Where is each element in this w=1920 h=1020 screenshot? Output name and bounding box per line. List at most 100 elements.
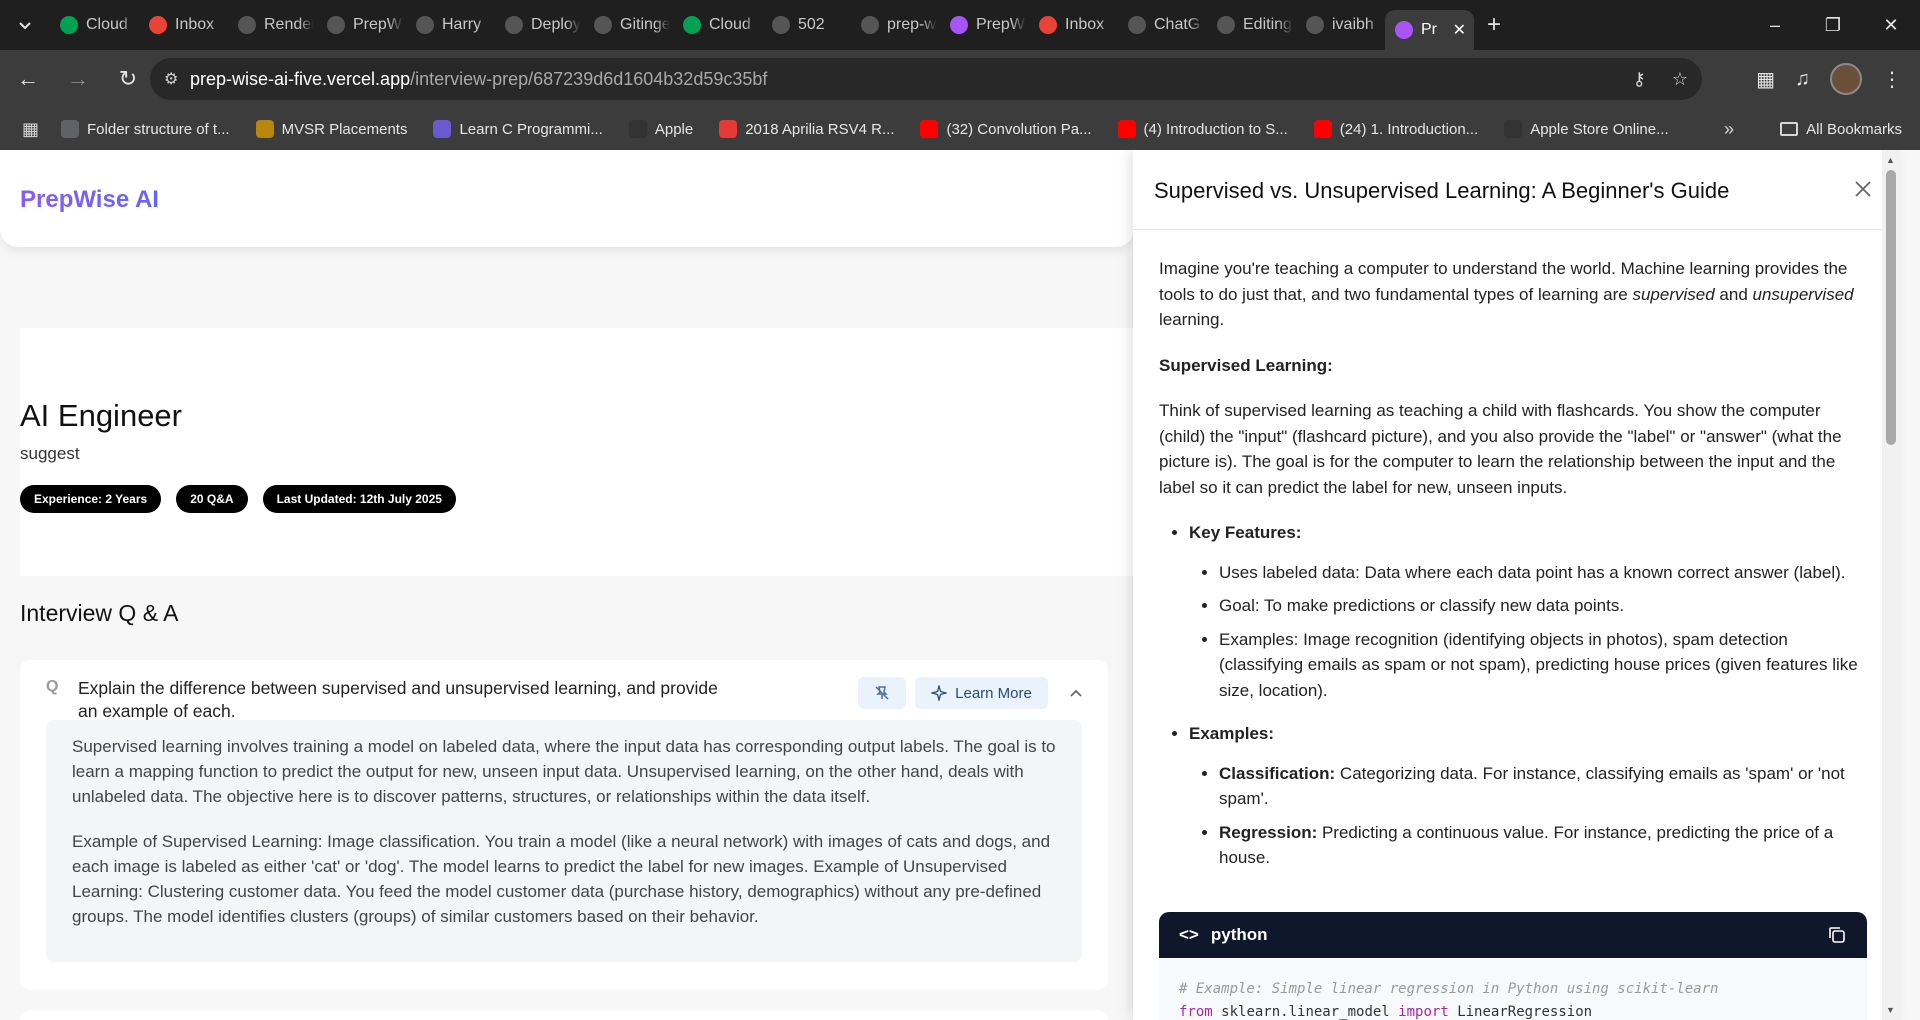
window-controls: – ❐ ✕: [1746, 0, 1920, 50]
reload-icon[interactable]: ↻: [106, 57, 150, 101]
bookmark-item[interactable]: (32) Convolution Pa...: [920, 120, 1092, 138]
scroll-up-icon[interactable]: ▲: [1886, 155, 1895, 165]
browser-tab[interactable]: Cloud: [673, 8, 762, 42]
bookmark-label: MVSR Placements: [281, 120, 408, 138]
media-control-icon[interactable]: ♫: [1795, 68, 1810, 91]
close-icon[interactable]: [1852, 178, 1876, 202]
qa-item[interactable]: [20, 1010, 1108, 1020]
new-tab-button[interactable]: +: [1474, 11, 1514, 39]
browser-tab[interactable]: ChatG: [1118, 8, 1207, 42]
back-arrow-icon[interactable]: ←: [6, 57, 50, 101]
restore-icon[interactable]: ❐: [1804, 0, 1862, 50]
learn-more-label: Learn More: [955, 684, 1032, 702]
drawer-scrollbar[interactable]: ▲ ▼: [1882, 150, 1900, 1020]
bookmark-star-icon[interactable]: ☆: [1672, 69, 1688, 90]
gmail-icon: [1039, 16, 1057, 34]
browser-menu-icon[interactable]: ⋮: [1882, 67, 1902, 92]
question-text[interactable]: Explain the difference between supervise…: [78, 677, 718, 723]
browser-tab[interactable]: Cloud: [50, 8, 139, 42]
bookmark-label: (24) 1. Introduction...: [1339, 120, 1479, 138]
minimize-icon[interactable]: –: [1746, 0, 1804, 50]
browser-tab[interactable]: Editing: [1207, 8, 1296, 42]
tab-search-chevron-icon[interactable]: [0, 0, 50, 50]
browser-tab[interactable]: 502: [762, 8, 851, 42]
browser-tab[interactable]: Inbox: [1029, 8, 1118, 42]
apps-grid-icon[interactable]: ▦: [22, 119, 39, 140]
address-bar[interactable]: ⚙ prep-wise-ai-five.vercel.app/interview…: [150, 58, 1702, 100]
list-item: Classification: Categorizing data. For i…: [1219, 761, 1867, 812]
bookmark-item[interactable]: Folder structure of t...: [61, 120, 230, 138]
last-updated-pill: Last Updated: 12th July 2025: [262, 485, 456, 513]
bookmark-item[interactable]: Apple: [628, 120, 693, 138]
list-item: Regression: Predicting a continuous valu…: [1219, 820, 1867, 871]
vite-icon: [950, 16, 968, 34]
list-item: Examples: Classification: Categorizing d…: [1189, 721, 1867, 871]
bookmark-label: Folder structure of t...: [87, 120, 230, 138]
browser-tab[interactable]: prep-w: [851, 8, 940, 42]
forward-arrow-icon[interactable]: →: [56, 57, 100, 101]
close-window-icon[interactable]: ✕: [1862, 0, 1920, 50]
code-icon: <>: [1179, 925, 1199, 944]
browser-toolbar: ← → ↻ ⚙ prep-wise-ai-five.vercel.app/int…: [0, 50, 1920, 108]
password-key-icon[interactable]: ⚷: [1633, 69, 1646, 90]
collapse-button[interactable]: [1060, 677, 1092, 709]
role-summary-card: AI Engineer suggest Experience: 2 Years …: [20, 328, 1134, 576]
apple-icon: [1504, 120, 1523, 138]
unpin-button[interactable]: [858, 677, 906, 709]
pin-off-icon: [875, 686, 889, 700]
openai-icon: [1128, 16, 1146, 34]
site-info-icon[interactable]: ⚙: [164, 69, 190, 89]
bookmark-item[interactable]: MVSR Placements: [255, 120, 408, 138]
tab-label: Gitingest: [620, 16, 670, 33]
all-bookmarks-button[interactable]: All Bookmarks: [1780, 121, 1902, 138]
bookmark-item[interactable]: Apple Store Online...: [1504, 120, 1669, 138]
bookmark-item[interactable]: (24) 1. Introduction...: [1313, 120, 1479, 138]
browser-tab[interactable]: Inbox: [139, 8, 228, 42]
browser-tab[interactable]: PrepW: [940, 8, 1029, 42]
bookmark-item[interactable]: (4) Introduction to S...: [1117, 120, 1288, 138]
bookmark-item[interactable]: 2018 Aprilia RSV4 R...: [719, 120, 894, 138]
tab-label: Cloud: [709, 16, 751, 33]
tab-label: Inbox: [175, 16, 215, 33]
brand-logo[interactable]: PrepWise AI: [20, 186, 159, 214]
feature-list: Key Features: Uses labeled data: Data wh…: [1159, 520, 1867, 871]
code-header: <> python: [1159, 912, 1867, 958]
browser-tab[interactable]: Deploy: [495, 8, 584, 42]
browser-tab[interactable]: Render: [228, 8, 317, 42]
tab-label: Editing: [1243, 16, 1292, 33]
scroll-down-icon[interactable]: ▼: [1886, 1005, 1895, 1015]
browser-tab-bar: Cloud Inbox Render PrepW Harry Deploy Gitinges…: [0, 0, 1920, 50]
url-text[interactable]: prep-wise-ai-five.vercel.app/interview-p…: [190, 69, 767, 90]
bookmark-label: (4) Introduction to S...: [1143, 120, 1288, 138]
youtube-icon: [920, 120, 939, 138]
extensions-icon[interactable]: ▦: [1756, 67, 1775, 92]
profile-avatar[interactable]: [1830, 63, 1862, 95]
close-tab-icon[interactable]: ✕: [1453, 20, 1466, 40]
browser-tab[interactable]: PrepW: [317, 8, 406, 42]
more-bookmarks-chevron-icon[interactable]: »: [1724, 119, 1734, 140]
drawer-header: Supervised vs. Unsupervised Learning: A …: [1133, 150, 1900, 230]
answer-paragraph: Supervised learning involves training a …: [72, 737, 1056, 806]
tab-label: prep-w: [887, 16, 936, 33]
mongodb-leaf-icon: [683, 16, 701, 34]
tab-label: 502: [798, 16, 825, 33]
bookmark-item[interactable]: Learn C Programmi...: [433, 120, 603, 138]
qa-item: Q Explain the difference between supervi…: [20, 660, 1108, 990]
browser-tab[interactable]: Harry: [406, 8, 495, 42]
browser-tab[interactable]: Pr ✕: [1385, 10, 1474, 50]
code-comment: # Example: Simple linear regression in P…: [1179, 981, 1719, 997]
learn-more-button[interactable]: Learn More: [915, 677, 1048, 709]
list-item: Examples: Image recognition (identifying…: [1219, 627, 1867, 704]
scrollbar-thumb[interactable]: [1886, 170, 1896, 445]
tab-label: Inbox: [1065, 16, 1105, 33]
drawer-title: Supervised vs. Unsupervised Learning: A …: [1154, 178, 1730, 203]
browser-tab[interactable]: Gitingest: [584, 8, 673, 42]
drawer-content: Imagine you're teaching a computer to un…: [1159, 256, 1867, 889]
qa-count-pill: 20 Q&A: [176, 485, 248, 513]
copy-icon[interactable]: [1827, 925, 1847, 945]
learn-more-drawer: Supervised vs. Unsupervised Learning: A …: [1133, 150, 1900, 1020]
render-icon: [238, 16, 256, 34]
supervised-paragraph: Think of supervised learning as teaching…: [1159, 401, 1842, 497]
browser-tab[interactable]: ivaibh: [1296, 8, 1385, 42]
gmail-icon: [149, 16, 167, 34]
